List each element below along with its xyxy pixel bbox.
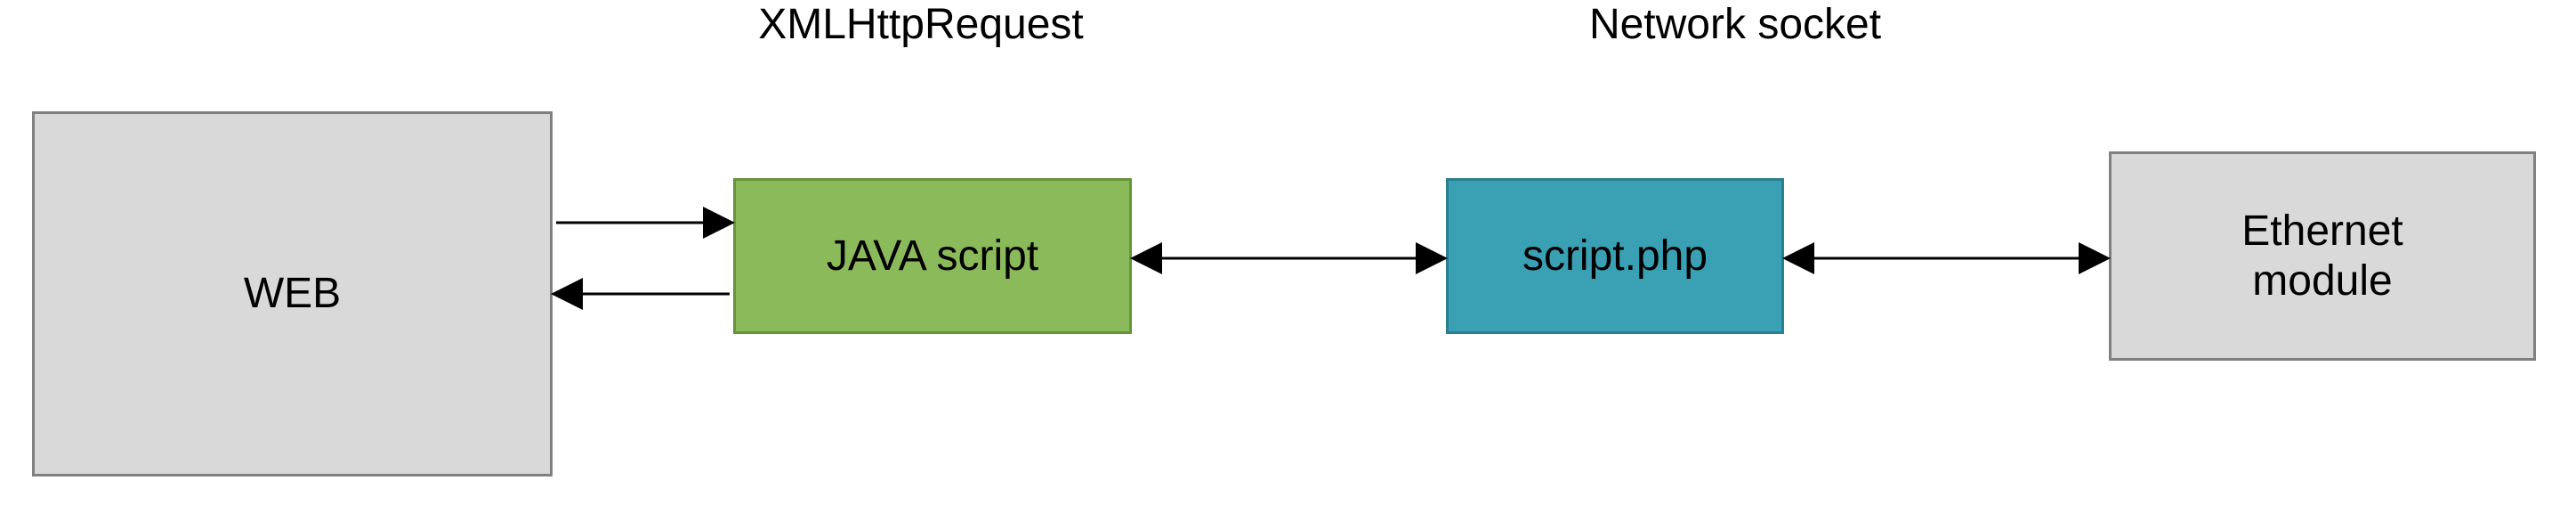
connector-web-javascript: [553, 205, 733, 312]
node-web: WEB: [32, 111, 553, 476]
connector-js-php: [1132, 240, 1446, 276]
node-web-label: WEB: [244, 269, 341, 318]
node-javascript-label: JAVA script: [827, 232, 1038, 281]
node-scriptphp: script.php: [1446, 178, 1784, 334]
label-network-socket: Network socket: [1548, 0, 1922, 49]
node-javascript: JAVA script: [733, 178, 1132, 334]
node-ethernet-label: Ethernet module: [2241, 207, 2402, 305]
label-xmlhttprequest: XMLHttpRequest: [725, 0, 1117, 49]
node-ethernet: Ethernet module: [2109, 151, 2536, 361]
node-scriptphp-label: script.php: [1522, 232, 1708, 281]
connector-php-ethernet: [1784, 240, 2109, 276]
